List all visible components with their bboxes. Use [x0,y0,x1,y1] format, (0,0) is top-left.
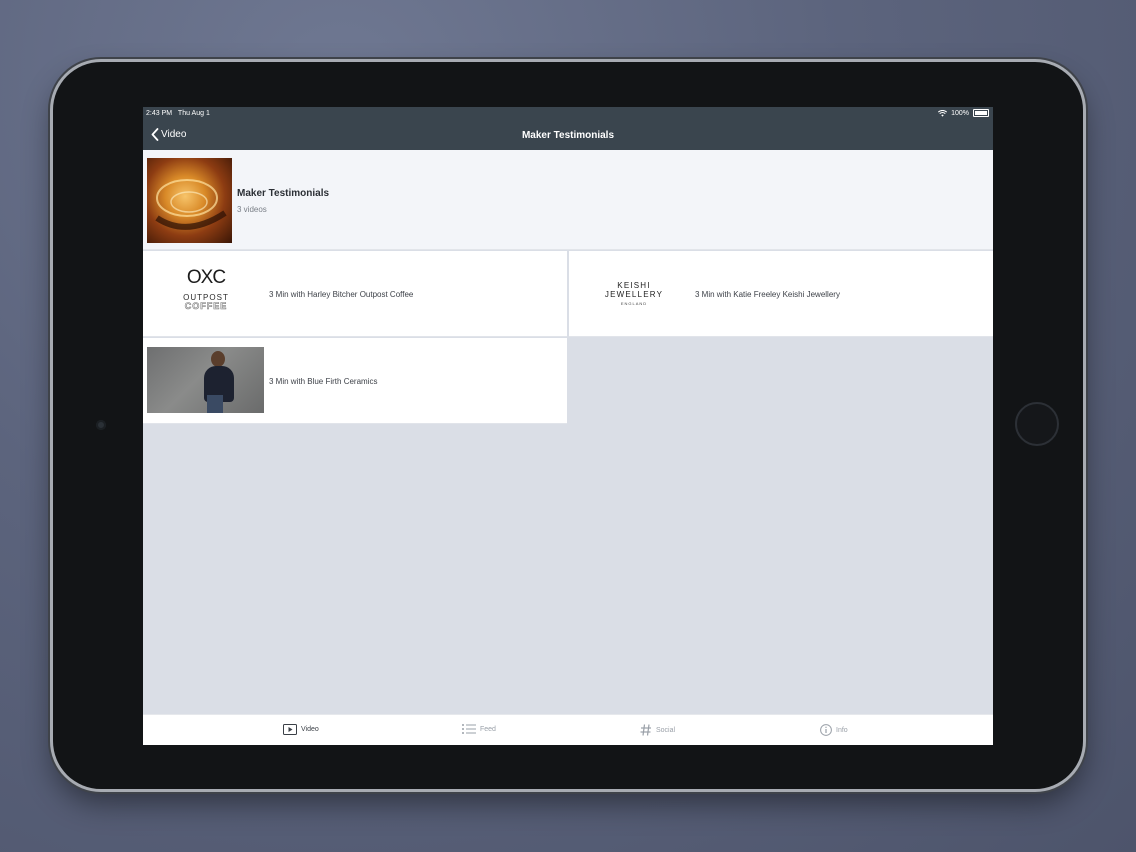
home-button[interactable] [1015,402,1059,446]
tab-social[interactable]: Social [640,724,675,736]
navigation-bar: Video Maker Testimonials [143,122,993,150]
collection-thumbnail [147,158,232,243]
page-title: Maker Testimonials [521,130,615,141]
video-title: 3 Min with Katie Freeley Keishi Jeweller… [695,290,840,299]
hashtag-icon [640,724,651,736]
tab-bar: Video Feed Social Info [143,714,993,745]
video-title: 3 Min with Blue Firth Ceramics [269,377,378,386]
info-icon [820,724,832,736]
camera-icon [96,420,106,430]
app-screen: 2:43 PM Thu Aug 1 100% Video Maker Testi… [143,107,993,745]
tab-info[interactable]: Info [820,724,848,736]
collection-title: Maker Testimonials [237,188,330,199]
battery-percent: 100% [951,109,969,117]
tab-feed[interactable]: Feed [462,724,496,734]
status-time: 2:43 PM [146,110,173,117]
video-thumbnail [147,347,264,413]
status-bar: 2:43 PM Thu Aug 1 100% [143,107,993,122]
collection-header: Maker Testimonials 3 videos [143,150,993,250]
outpost-coffee-logo: OXC OUTPOST COFFEE [183,267,229,311]
battery-icon [973,109,989,117]
collection-count: 3 videos [237,205,267,214]
video-item-keishi-jewellery[interactable]: KEISHI JEWELLERY ENGLAND 3 Min with Kati… [569,251,993,337]
video-icon [283,724,297,735]
video-item-blue-firth-ceramics[interactable]: 3 Min with Blue Firth Ceramics [143,338,567,424]
tab-video[interactable]: Video [283,724,319,735]
list-icon [462,724,476,734]
wifi-icon [938,109,948,117]
video-title: 3 Min with Harley Bitcher Outpost Coffee [269,290,414,299]
video-item-outpost-coffee[interactable]: OXC OUTPOST COFFEE 3 Min with Harley Bit… [143,251,567,337]
status-date: Thu Aug 1 [177,110,210,117]
keishi-jewellery-logo: KEISHI JEWELLERY ENGLAND [604,281,664,306]
